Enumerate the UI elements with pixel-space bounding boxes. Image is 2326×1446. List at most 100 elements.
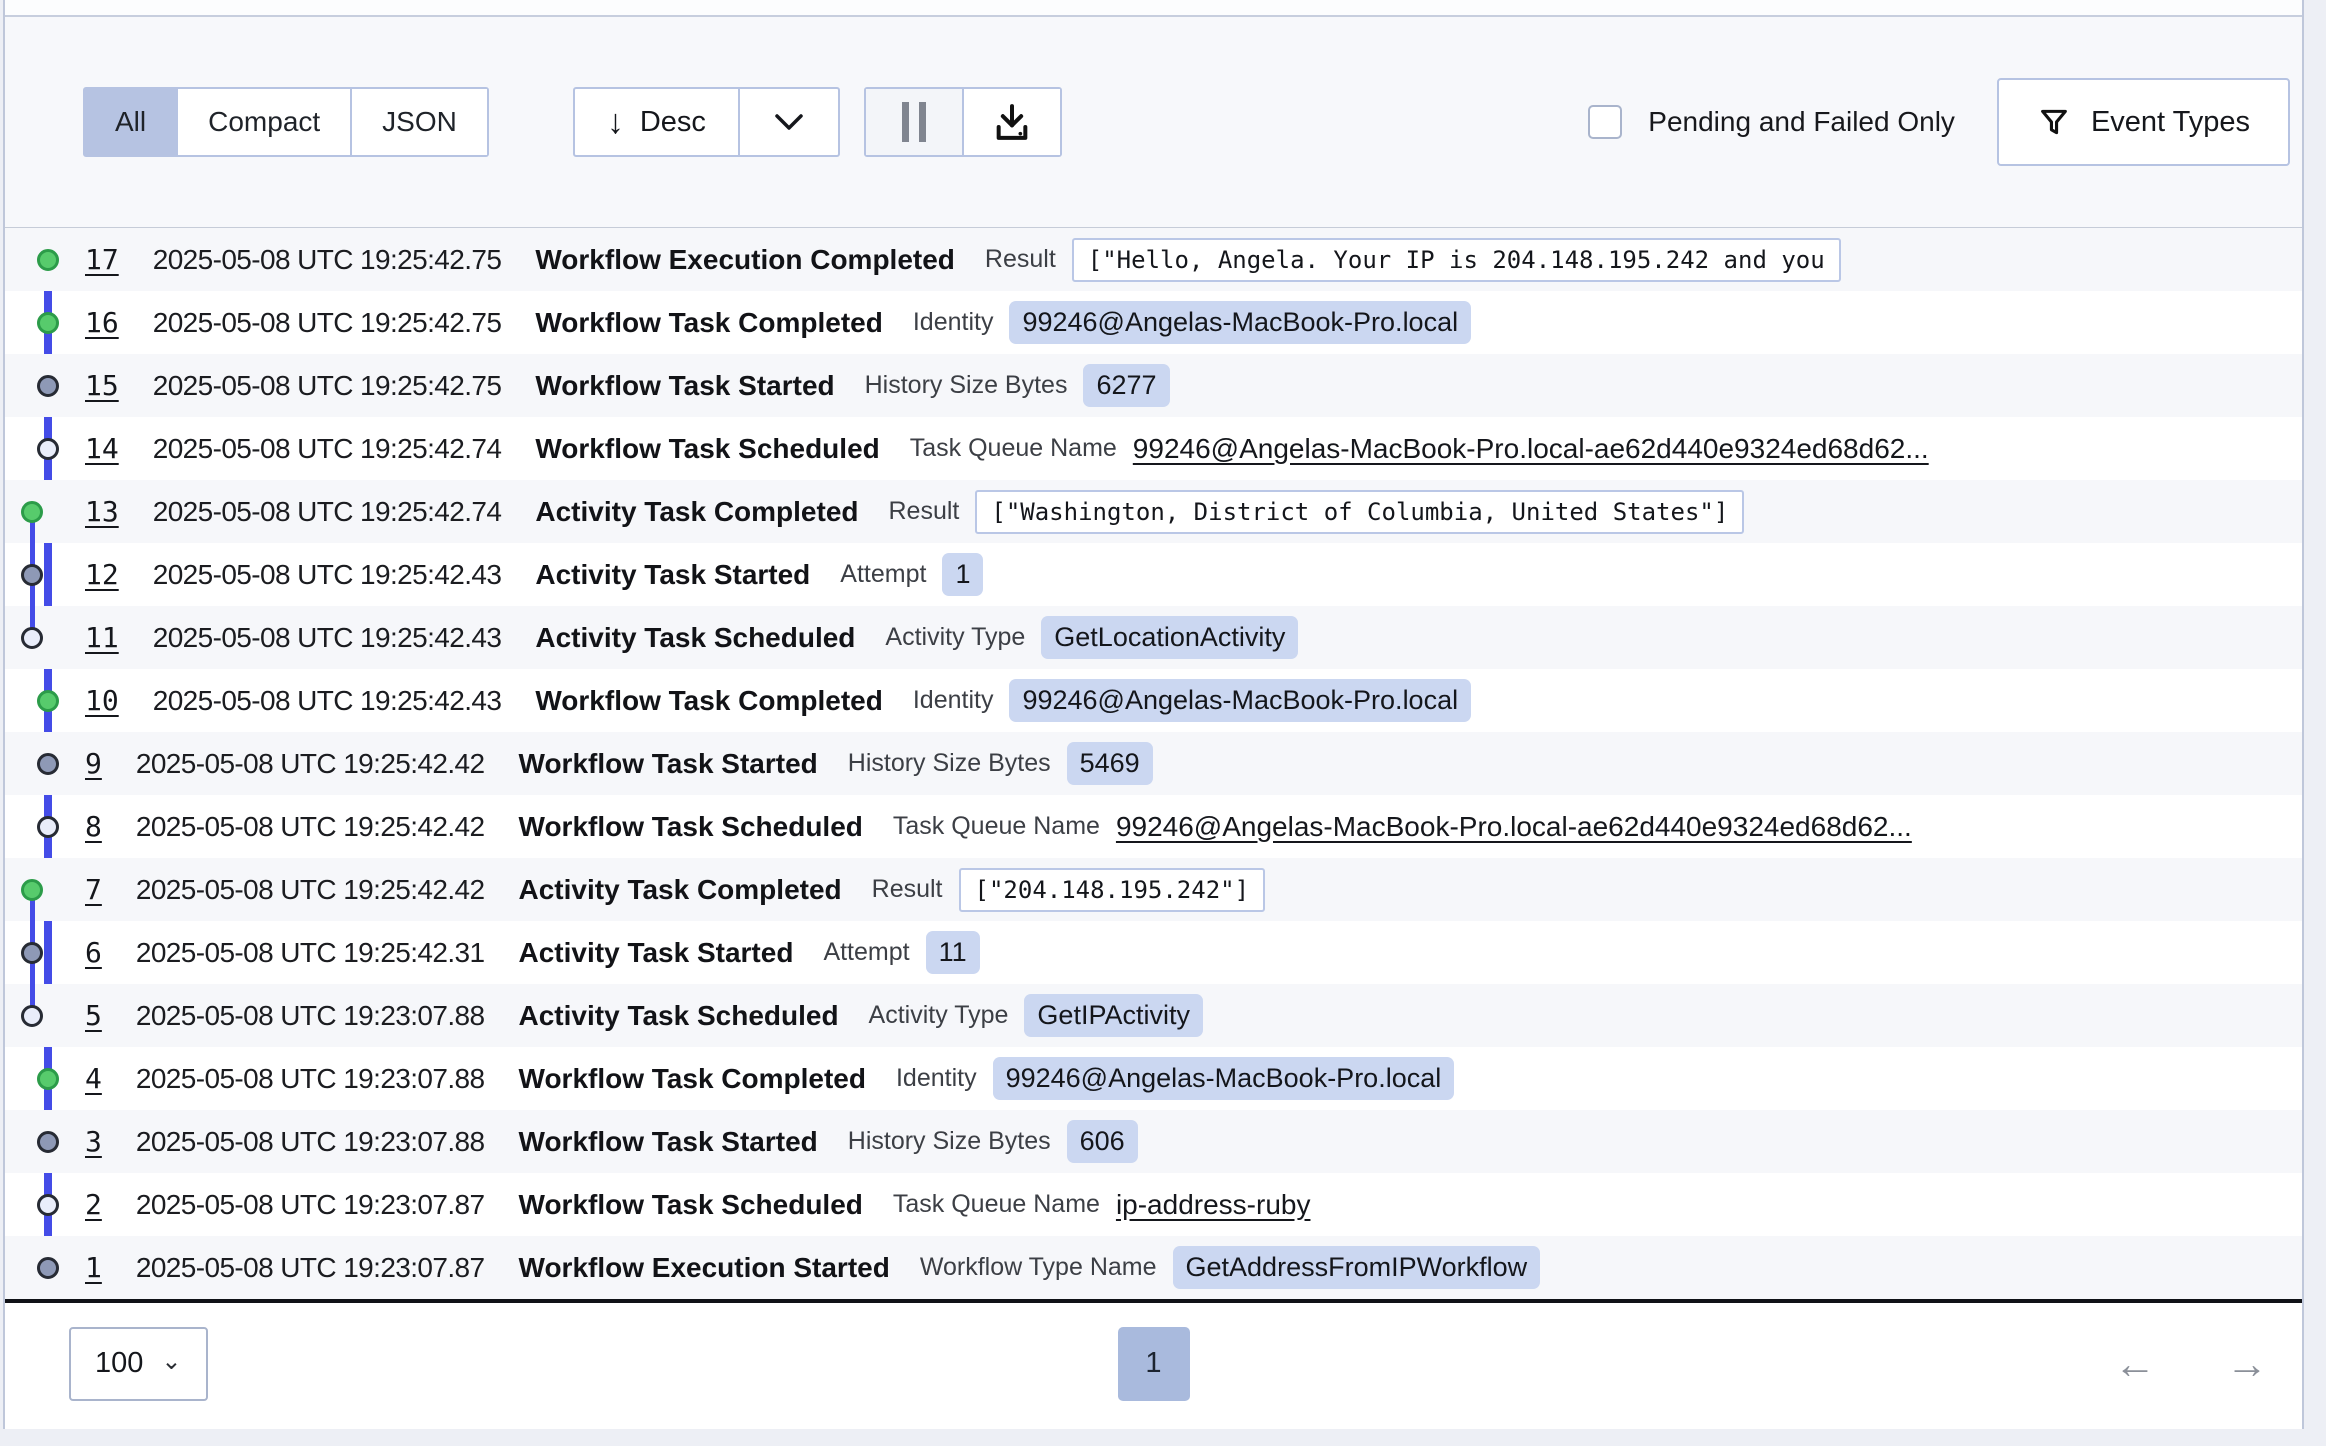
sort-label: Desc	[640, 106, 706, 139]
event-id-link[interactable]: 2	[85, 1188, 102, 1221]
event-name: Workflow Task Completed	[519, 1063, 866, 1095]
event-detail-value[interactable]: 99246@Angelas-MacBook-Pro.local-ae62d440…	[1116, 811, 1912, 843]
event-status-dot	[37, 1068, 59, 1090]
event-id-link[interactable]: 9	[85, 747, 102, 780]
event-detail-label: Identity	[913, 308, 994, 337]
event-id-link[interactable]: 7	[85, 873, 102, 906]
event-row[interactable]: 16 2025-05-08 UTC 19:25:42.75 Workflow T…	[5, 291, 2302, 354]
event-name: Workflow Task Scheduled	[519, 811, 863, 843]
event-id-link[interactable]: 3	[85, 1125, 102, 1158]
event-name: Activity Task Completed	[519, 874, 842, 906]
event-row[interactable]: 8 2025-05-08 UTC 19:25:42.42 Workflow Ta…	[5, 795, 2302, 858]
event-id-link[interactable]: 5	[85, 999, 102, 1032]
event-timestamp: 2025-05-08 UTC 19:25:42.43	[153, 622, 502, 654]
event-row[interactable]: 14 2025-05-08 UTC 19:25:42.74 Workflow T…	[5, 417, 2302, 480]
event-detail-label: Result	[985, 245, 1056, 274]
event-row[interactable]: 5 2025-05-08 UTC 19:23:07.88 Activity Ta…	[5, 984, 2302, 1047]
event-detail-value[interactable]: 99246@Angelas-MacBook-Pro.local-ae62d440…	[1133, 433, 1929, 465]
event-status-dot	[37, 312, 59, 334]
event-status-dot	[37, 816, 59, 838]
event-timestamp: 2025-05-08 UTC 19:25:42.75	[153, 244, 502, 276]
event-status-dot	[21, 627, 43, 649]
event-id-link[interactable]: 6	[85, 936, 102, 969]
event-status-dot	[21, 1005, 43, 1027]
event-detail-value: 99246@Angelas-MacBook-Pro.local	[993, 1057, 1455, 1100]
event-row[interactable]: 9 2025-05-08 UTC 19:25:42.42 Workflow Ta…	[5, 732, 2302, 795]
pause-button[interactable]	[866, 89, 962, 155]
event-name: Workflow Execution Completed	[535, 244, 955, 276]
sort-desc-button[interactable]: ↓ Desc	[575, 89, 738, 155]
top-divider	[5, 0, 2302, 17]
arrow-down-icon: ↓	[607, 105, 624, 139]
event-row[interactable]: 2 2025-05-08 UTC 19:23:07.87 Workflow Ta…	[5, 1173, 2302, 1236]
chevron-down-icon	[773, 112, 805, 132]
event-timestamp: 2025-05-08 UTC 19:23:07.88	[136, 1126, 485, 1158]
page-size-value: 100	[95, 1347, 143, 1380]
event-detail-label: Activity Type	[885, 623, 1025, 652]
event-status-dot	[37, 249, 59, 271]
event-row[interactable]: 15 2025-05-08 UTC 19:25:42.75 Workflow T…	[5, 354, 2302, 417]
event-types-label: Event Types	[2091, 106, 2250, 139]
event-id-link[interactable]: 8	[85, 810, 102, 843]
event-history-table: 17 2025-05-08 UTC 19:25:42.75 Workflow E…	[5, 228, 2302, 1299]
event-detail-label: History Size Bytes	[865, 371, 1068, 400]
event-id-link[interactable]: 15	[85, 369, 119, 402]
event-row[interactable]: 3 2025-05-08 UTC 19:23:07.88 Workflow Ta…	[5, 1110, 2302, 1173]
event-detail-label: Task Queue Name	[893, 812, 1100, 841]
event-timestamp: 2025-05-08 UTC 19:25:42.31	[136, 937, 485, 969]
event-detail-value[interactable]: ip-address-ruby	[1116, 1189, 1311, 1221]
event-timestamp: 2025-05-08 UTC 19:25:42.74	[153, 496, 502, 528]
event-status-dot	[37, 375, 59, 397]
event-row[interactable]: 1 2025-05-08 UTC 19:23:07.87 Workflow Ex…	[5, 1236, 2302, 1299]
event-timestamp: 2025-05-08 UTC 19:25:42.75	[153, 307, 502, 339]
event-id-link[interactable]: 13	[85, 495, 119, 528]
event-row[interactable]: 17 2025-05-08 UTC 19:25:42.75 Workflow E…	[5, 228, 2302, 291]
event-id-link[interactable]: 16	[85, 306, 119, 339]
event-row[interactable]: 12 2025-05-08 UTC 19:25:42.43 Activity T…	[5, 543, 2302, 606]
event-detail-label: Identity	[913, 686, 994, 715]
event-name: Activity Task Completed	[535, 496, 858, 528]
view-tab-all[interactable]: All	[85, 89, 176, 155]
event-detail-label: History Size Bytes	[848, 749, 1051, 778]
event-detail-value: 1	[942, 553, 983, 596]
event-id-link[interactable]: 10	[85, 684, 119, 717]
event-history-panel: All Compact JSON ↓ Desc	[3, 0, 2304, 1429]
event-detail-value: GetIPActivity	[1024, 994, 1203, 1037]
event-detail-value: 5469	[1067, 742, 1153, 785]
event-id-link[interactable]: 11	[85, 621, 119, 654]
event-timestamp: 2025-05-08 UTC 19:23:07.87	[136, 1189, 485, 1221]
download-button[interactable]	[962, 89, 1060, 155]
view-tab-compact[interactable]: Compact	[178, 89, 350, 155]
event-detail-value: ["204.148.195.242"]	[959, 868, 1266, 912]
event-id-link[interactable]: 4	[85, 1062, 102, 1095]
chevron-down-icon: ⌄	[161, 1350, 181, 1374]
current-page-button[interactable]: 1	[1118, 1327, 1190, 1401]
event-timestamp: 2025-05-08 UTC 19:25:42.42	[136, 811, 485, 843]
view-tab-json[interactable]: JSON	[352, 89, 487, 155]
event-detail-label: Task Queue Name	[893, 1190, 1100, 1219]
event-detail-value: 606	[1067, 1120, 1138, 1163]
event-row[interactable]: 11 2025-05-08 UTC 19:25:42.43 Activity T…	[5, 606, 2302, 669]
event-timestamp: 2025-05-08 UTC 19:25:42.75	[153, 370, 502, 402]
page-size-select[interactable]: 100 ⌄	[69, 1327, 208, 1401]
event-row[interactable]: 4 2025-05-08 UTC 19:23:07.88 Workflow Ta…	[5, 1047, 2302, 1110]
event-row[interactable]: 6 2025-05-08 UTC 19:25:42.31 Activity Ta…	[5, 921, 2302, 984]
event-row[interactable]: 10 2025-05-08 UTC 19:25:42.43 Workflow T…	[5, 669, 2302, 732]
event-id-link[interactable]: 12	[85, 558, 119, 591]
event-types-button[interactable]: Event Types	[1997, 78, 2290, 166]
event-row[interactable]: 13 2025-05-08 UTC 19:25:42.74 Activity T…	[5, 480, 2302, 543]
event-id-link[interactable]: 17	[85, 243, 119, 276]
prev-page-arrow-icon[interactable]: ←	[2114, 1343, 2156, 1385]
event-status-dot	[37, 1194, 59, 1216]
event-name: Workflow Task Scheduled	[535, 433, 879, 465]
pending-failed-checkbox[interactable]	[1588, 105, 1622, 139]
event-id-link[interactable]: 14	[85, 432, 119, 465]
next-page-arrow-icon[interactable]: →	[2226, 1343, 2268, 1385]
view-mode-segmented-control: All Compact JSON	[83, 87, 489, 157]
event-name: Workflow Task Completed	[535, 685, 882, 717]
event-row[interactable]: 7 2025-05-08 UTC 19:25:42.42 Activity Ta…	[5, 858, 2302, 921]
event-id-link[interactable]: 1	[85, 1251, 102, 1284]
sort-dropdown-button[interactable]	[738, 89, 838, 155]
event-detail-label: Attempt	[840, 560, 926, 589]
event-detail-value: 11	[926, 931, 980, 974]
